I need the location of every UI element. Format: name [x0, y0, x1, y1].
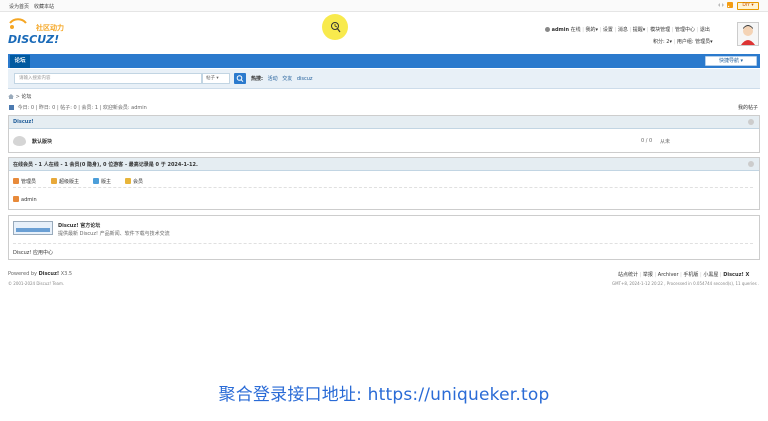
- user-bar: admin 在线 | 我的▾ | 设置 | 消息 | 提醒▾ | 模块管理 | …: [545, 26, 710, 33]
- version-text: X3.5: [60, 271, 73, 277]
- role-admin: 管理员: [13, 178, 36, 185]
- avatar[interactable]: [737, 22, 759, 46]
- powered-by-text: Powered by: [8, 271, 37, 277]
- official-site-desc: 提供最新 Discuz! 产品新闻、软件下载与技术交流: [58, 231, 170, 237]
- app-center-link[interactable]: Discuz! 应用中心: [13, 249, 53, 256]
- hourglass-cursor-icon: [331, 21, 341, 35]
- logout-link[interactable]: 退出: [700, 27, 710, 33]
- role-label: 超级版主: [59, 179, 80, 185]
- username-link[interactable]: admin: [552, 27, 569, 33]
- hot-search-label: 热搜:: [251, 76, 263, 82]
- my-menu[interactable]: 我的: [586, 27, 596, 33]
- user-icon: [13, 196, 19, 202]
- messages-link[interactable]: 消息: [618, 27, 628, 33]
- online-member-name[interactable]: admin: [21, 197, 37, 203]
- admin-role-icon: [13, 178, 19, 184]
- main-nav: [8, 54, 760, 68]
- hot-word[interactable]: 活动: [268, 76, 278, 82]
- forum-icon: [13, 136, 26, 146]
- points-bar: 积分: 2▾ | 用户组: 管理员▾: [653, 39, 713, 45]
- category-header: Discuz!: [9, 116, 759, 129]
- role-label: 版主: [101, 179, 112, 185]
- user-group-link[interactable]: 用户组: 管理员: [677, 39, 710, 45]
- footer-link-stats[interactable]: 站点统计: [618, 272, 638, 278]
- role-member: 会员: [125, 178, 143, 185]
- category-box: Discuz! 默认版块 0 / 0 从未: [8, 115, 760, 153]
- tab-forum[interactable]: 论坛: [10, 55, 30, 68]
- discuz-logo[interactable]: 社区动力 DISCUZ!: [8, 18, 68, 48]
- home-icon[interactable]: [8, 94, 14, 99]
- set-home-link[interactable]: 设为首页: [9, 3, 29, 10]
- hot-word[interactable]: 交友: [282, 76, 292, 82]
- forum-name-link[interactable]: 默认版块: [32, 138, 52, 145]
- footer-link-report[interactable]: 举报: [643, 272, 653, 278]
- user-icon: [545, 27, 550, 32]
- discuz-link[interactable]: Discuz!: [39, 271, 60, 277]
- online-box: 在线会员 - 1 人在线 - 1 会员(0 隐身), 0 位游客 - 最高记录是…: [8, 157, 760, 210]
- collapse-icon[interactable]: [748, 161, 754, 167]
- top-bar: 设为首页 收藏本站 DIY ▾: [0, 0, 768, 12]
- role-mod: 版主: [93, 178, 111, 185]
- footer-link-blacklist[interactable]: 小黑屋: [703, 272, 718, 278]
- footer-powered: Powered by Discuz! X3.5: [8, 271, 72, 277]
- member-role-icon: [125, 178, 131, 184]
- hot-search: 热搜: 活动 交友 discuz: [251, 75, 313, 82]
- super-mod-role-icon: [51, 178, 57, 184]
- footer-link-mobile[interactable]: 手机版: [683, 272, 698, 278]
- online-header: 在线会员 - 1 人在线 - 1 会员(0 隐身), 0 位游客 - 最高记录是…: [9, 158, 759, 171]
- discuz-banner-logo[interactable]: [13, 221, 53, 235]
- footer-brand[interactable]: Discuz! X: [723, 272, 749, 278]
- forum-stats: 今日: 0 | 昨日: 0 | 帖子: 0 | 会员: 1 | 欢迎新会员: a…: [9, 104, 147, 111]
- breadcrumb-separator: >: [15, 94, 20, 100]
- points-link[interactable]: 积分: 2: [653, 39, 669, 45]
- reminders-link[interactable]: 提醒: [633, 27, 643, 33]
- collapse-icon[interactable]: [748, 119, 754, 125]
- mod-role-icon: [93, 178, 99, 184]
- breadcrumb-forum[interactable]: 论坛: [21, 94, 31, 100]
- footer-timing: GMT+8, 2024-1-12 20:22 , Processed in 0.…: [612, 281, 760, 286]
- role-super-mod: 超级版主: [51, 178, 79, 185]
- logo-cn-text: 社区动力: [36, 24, 64, 32]
- footer-copyright: © 2001-2024 Discuz! Team.: [8, 281, 65, 286]
- links-box: Discuz! 官方论坛 提供最新 Discuz! 产品新闻、软件下载与技术交流…: [8, 215, 760, 260]
- official-site-link[interactable]: Discuz! 官方论坛: [58, 222, 100, 229]
- search-icon: [236, 75, 244, 82]
- search-type-select[interactable]: 帖子 ▾: [202, 73, 230, 84]
- quick-nav-button[interactable]: 快捷导航 ▾: [705, 56, 757, 66]
- admin-center-link[interactable]: 管理中心: [675, 27, 695, 33]
- online-title: 在线会员 - 1 人在线 - 1 会员(0 隐身), 0 位游客 - 最高记录是…: [13, 162, 198, 168]
- rss-icon[interactable]: [727, 2, 733, 8]
- hot-word[interactable]: discuz: [297, 76, 313, 82]
- online-status: 在线: [570, 27, 581, 33]
- logo-en-text: DISCUZ!: [8, 33, 60, 46]
- search-input[interactable]: 请输入搜索内容: [14, 73, 202, 84]
- stats-icon: [9, 105, 14, 110]
- modules-link[interactable]: 模块管理: [650, 27, 670, 33]
- online-member[interactable]: admin: [13, 196, 37, 203]
- bookmark-link[interactable]: 收藏本站: [34, 3, 54, 10]
- caption-overlay: 聚合登录接口地址: https://uniqueker.top: [218, 385, 550, 405]
- settings-link[interactable]: 设置: [603, 27, 613, 33]
- role-label: 管理员: [21, 179, 37, 185]
- my-posts-link[interactable]: 我的帖子: [738, 104, 758, 111]
- links-divider: [13, 243, 753, 244]
- stats-text: 今日: 0 | 昨日: 0 | 帖子: 0 | 会员: 1 | 欢迎新会员: a…: [17, 105, 147, 111]
- forum-counts: 0 / 0: [641, 138, 653, 144]
- arrows-icon[interactable]: [718, 2, 724, 8]
- search-button[interactable]: [234, 73, 246, 84]
- category-title[interactable]: Discuz!: [13, 119, 34, 125]
- footer-link-archiver[interactable]: Archiver: [658, 272, 679, 278]
- role-label: 会员: [133, 179, 144, 185]
- online-divider: [13, 187, 753, 188]
- breadcrumb: > 论坛: [8, 93, 31, 100]
- forum-last-post: 从未: [660, 139, 671, 145]
- footer-links: 站点统计 | 举报 | Archiver | 手机版 | 小黑屋 | Discu…: [618, 272, 750, 278]
- diy-button[interactable]: DIY ▾: [737, 2, 759, 10]
